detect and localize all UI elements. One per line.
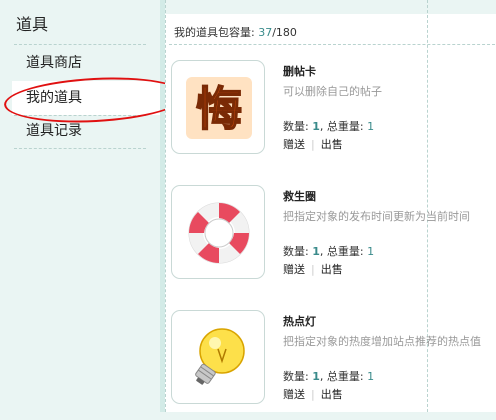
sidebar-item-shop[interactable]: 道具商店 (0, 46, 150, 80)
capacity-text: 我的道具包容量: 37/180 (174, 24, 297, 40)
action-separator: | (311, 388, 315, 401)
item-quantity: 数量: 1, 总重量: 1 (283, 368, 374, 384)
sidebar-title: 道具 (16, 15, 49, 34)
top-band (165, 0, 496, 14)
sell-link[interactable]: 出售 (321, 388, 343, 401)
item-quantity: 数量: 1, 总重量: 1 (283, 243, 374, 259)
item-thumbnail[interactable] (171, 185, 265, 279)
item-description: 把指定对象的发布时间更新为当前时间 (283, 210, 470, 223)
weight-value: 1 (367, 370, 375, 383)
main-panel: 我的道具包容量: 37/180 悔 删帖卡 可以删除自己的帖子 数量: 1, 总… (165, 0, 496, 412)
weight-value: 1 (367, 245, 375, 258)
qty-label: 数量: (283, 370, 309, 383)
sidebar-divider (14, 44, 146, 45)
svg-text:悔: 悔 (196, 82, 242, 136)
action-separator: | (311, 263, 315, 276)
sell-link[interactable]: 出售 (321, 263, 343, 276)
item-quantity: 数量: 1, 总重量: 1 (283, 118, 374, 134)
capacity-divider (169, 44, 495, 45)
item-actions: 赠送 | 出售 (283, 136, 343, 152)
sidebar-item-records[interactable]: 道具记录 (0, 114, 150, 148)
qty-value: 1 (312, 245, 320, 258)
weight-label: , 总重量: (319, 120, 364, 133)
item-name: 热点灯 (283, 315, 316, 328)
capacity-total: /180 (272, 26, 297, 39)
gift-link[interactable]: 赠送 (283, 138, 305, 151)
qty-label: 数量: (283, 245, 309, 258)
item-card: 热点灯 把指定对象的热度增加站点推荐的热点值 数量: 1, 总重量: 1 赠送 |… (165, 310, 496, 420)
gift-link[interactable]: 赠送 (283, 388, 305, 401)
weight-label: , 总重量: (319, 370, 364, 383)
item-card: 救生圈 把指定对象的发布时间更新为当前时间 数量: 1, 总重量: 1 赠送 | 出… (165, 185, 496, 295)
lifebuoy-icon (188, 202, 250, 264)
regret-icon: 悔 (186, 77, 252, 139)
light-bulb-icon (195, 328, 245, 385)
action-separator: | (311, 138, 315, 151)
item-description: 把指定对象的热度增加站点推荐的热点值 (283, 335, 481, 348)
capacity-label: 我的道具包容量: (174, 26, 255, 39)
item-thumbnail[interactable]: 悔 (171, 60, 265, 154)
qty-label: 数量: (283, 120, 309, 133)
item-description: 可以删除自己的帖子 (283, 85, 382, 98)
item-name: 救生圈 (283, 190, 316, 203)
item-card: 悔 删帖卡 可以删除自己的帖子 数量: 1, 总重量: 1 赠送 | 出售 (165, 60, 496, 170)
sell-link[interactable]: 出售 (321, 138, 343, 151)
sidebar: 道具 道具商店 我的道具 道具记录 (0, 0, 160, 412)
item-name: 删帖卡 (283, 65, 316, 78)
capacity-used: 37 (258, 26, 273, 39)
sidebar-divider (14, 148, 146, 149)
qty-value: 1 (312, 120, 320, 133)
qty-value: 1 (312, 370, 320, 383)
weight-value: 1 (367, 120, 375, 133)
weight-label: , 总重量: (319, 245, 364, 258)
sidebar-item-my-items[interactable]: 我的道具 (12, 81, 160, 115)
item-actions: 赠送 | 出售 (283, 261, 343, 277)
gift-link[interactable]: 赠送 (283, 263, 305, 276)
item-thumbnail[interactable] (171, 310, 265, 404)
item-actions: 赠送 | 出售 (283, 386, 343, 402)
